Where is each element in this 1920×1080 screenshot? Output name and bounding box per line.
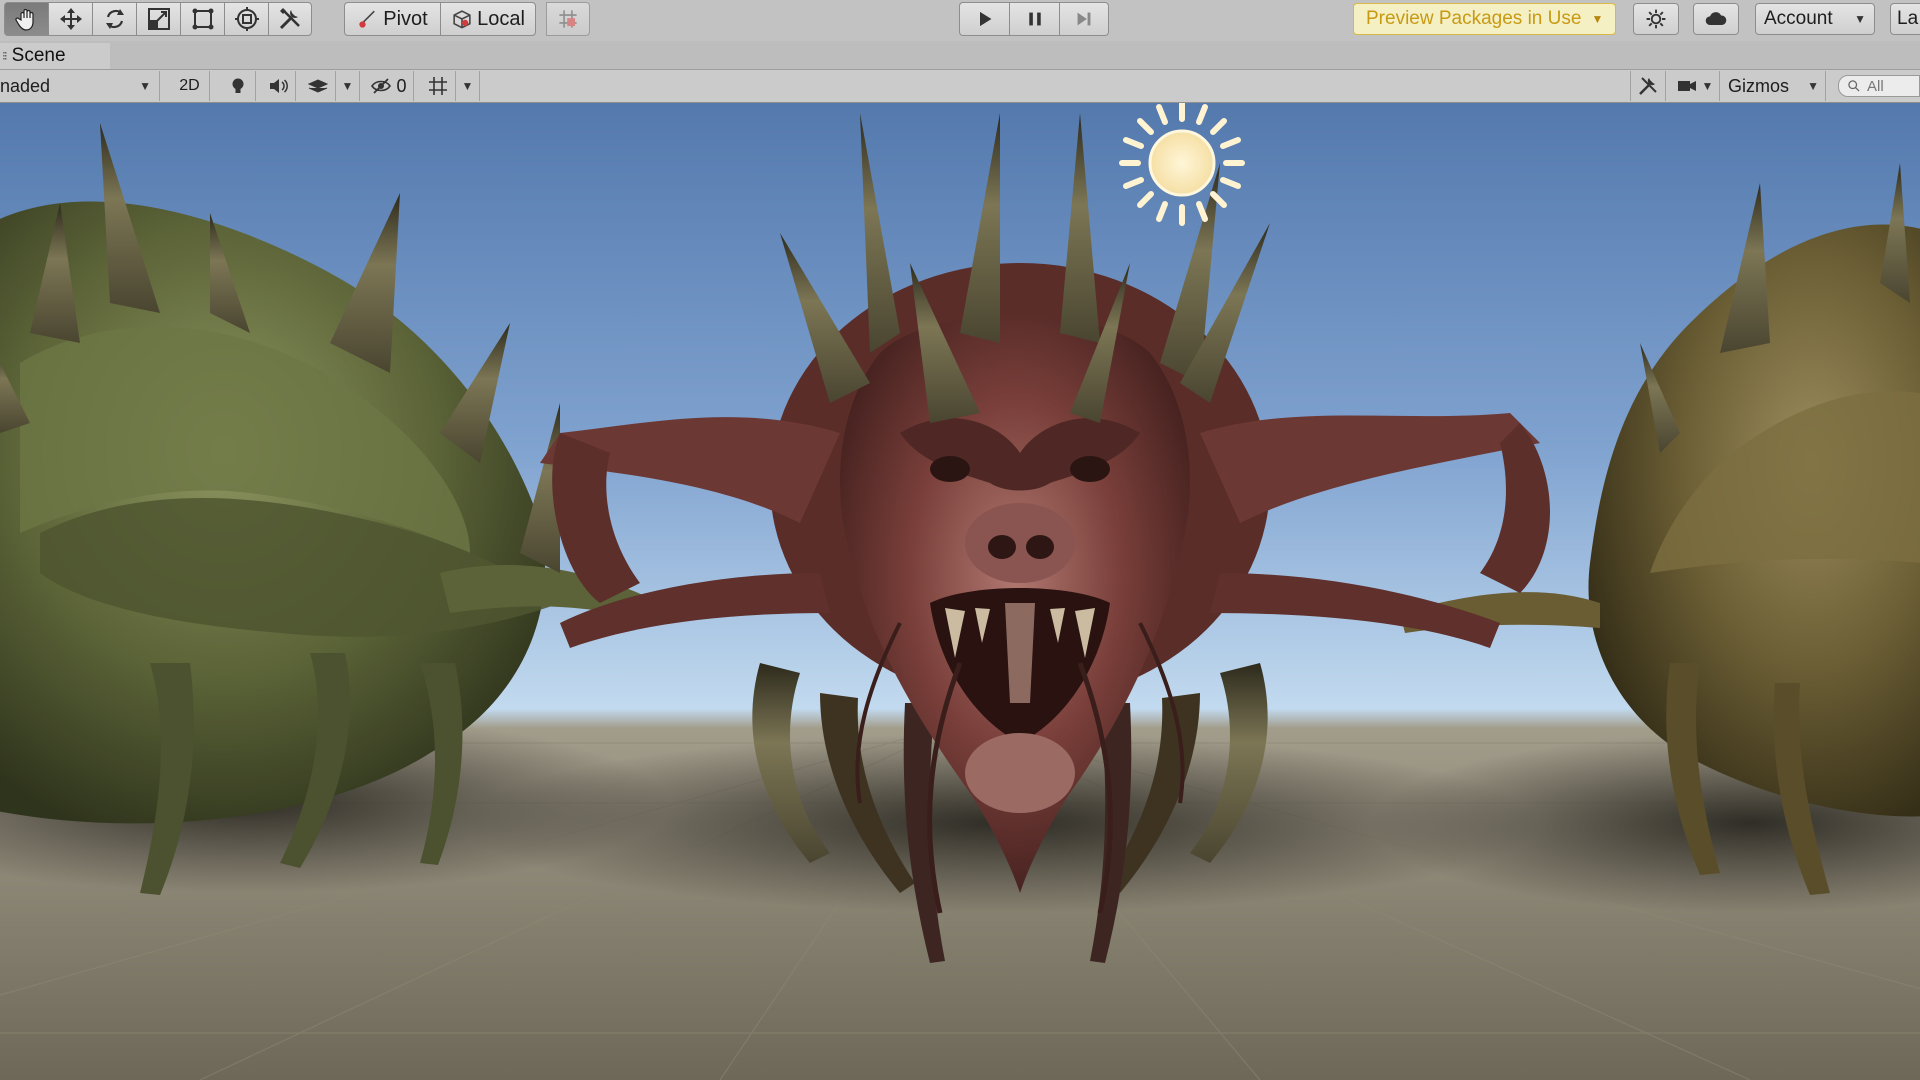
collab-gear-icon [1646,9,1666,29]
chevron-down-icon: ▼ [1854,12,1866,26]
chevron-down-icon: ▼ [139,79,151,93]
transform-tools-group [4,2,312,36]
rect-transform-icon [192,8,213,30]
scene-view-toolbar: naded ▼ 2D ▼ 0 ▼ ▼ Gizmos ▼ All [0,70,1920,103]
local-cube-icon [453,10,471,29]
grid-snap-icon [559,10,577,28]
lighting-toggle[interactable] [220,71,256,101]
search-placeholder: All [1867,77,1884,95]
camera-icon [1677,81,1696,91]
layers-stack-icon [307,79,328,93]
grid-icon [428,77,447,95]
grid-toggle[interactable] [420,71,456,101]
play-button[interactable] [959,2,1009,36]
hidden-count: 0 [396,75,407,96]
scene-tools-button[interactable] [1630,71,1666,101]
camera-settings-dropdown[interactable]: ▼ [1670,71,1720,101]
scene-render [0,103,1920,1080]
audio-toggle[interactable] [260,71,296,101]
grid-snap-button[interactable] [546,2,590,36]
tools-icon [1639,77,1657,95]
rotate-tool-button[interactable] [92,2,136,36]
pivot-rotation-group: Pivot Local [344,2,536,36]
step-button[interactable] [1059,2,1109,36]
move-tool-button[interactable] [48,2,92,36]
effects-toggle[interactable] [300,71,336,101]
move-icon [59,8,82,30]
eye-slash-icon [371,78,392,94]
gizmos-dropdown[interactable]: Gizmos ▼ [1722,71,1826,101]
scale-icon [147,8,170,30]
grip-icon: ⁝⁝ [2,49,7,63]
local-label: Local [477,7,525,30]
2d-label: 2D [179,77,200,94]
rotate-icon [105,9,124,29]
speaker-icon [269,79,288,93]
hand-icon [14,8,34,31]
playmode-group [959,2,1109,36]
2d-mode-toggle[interactable]: 2D [170,71,210,101]
layers-dropdown[interactable]: La [1890,3,1920,35]
tab-scene[interactable]: ⁝⁝ Scene [0,43,110,69]
hand-tool-button[interactable] [4,2,48,36]
gizmos-label: Gizmos [1728,75,1790,96]
scene-tab-label: Scene [11,45,66,66]
scene-viewport[interactable] [0,103,1920,1080]
scale-tool-button[interactable] [136,2,180,36]
search-icon [1848,80,1860,92]
local-toggle-button[interactable]: Local [440,2,536,36]
effects-dropdown[interactable]: ▼ [336,71,360,101]
lightbulb-icon [232,78,243,93]
shading-mode-label: naded [0,75,51,96]
snap-group [546,2,590,36]
chevron-down-icon: ▼ [461,79,474,93]
pivot-label: Pivot [383,7,428,30]
transform-icon [234,7,259,31]
scene-tab-bar: ⁝⁝ Scene [0,41,1920,70]
unity-editor-window: Pivot Local Preview Packages in Use ▼ Ac… [0,0,1920,1080]
cloud-icon [1705,12,1727,25]
account-dropdown[interactable]: Account ▼ [1755,3,1875,35]
collab-button[interactable] [1633,3,1679,35]
chevron-down-icon: ▼ [1591,12,1604,26]
cloud-services-button[interactable] [1693,3,1739,35]
tools-icon [279,8,300,30]
pause-icon [1028,12,1041,26]
pivot-icon [359,10,376,28]
transform-tool-button[interactable] [224,2,268,36]
rect-tool-button[interactable] [180,2,224,36]
chevron-down-icon: ▼ [1701,79,1714,93]
play-icon [979,11,991,27]
sun-light-gizmo [1119,103,1245,226]
preview-packages-button[interactable]: Preview Packages in Use ▼ [1353,3,1617,35]
scene-search-field[interactable]: All [1838,75,1920,97]
preview-packages-label: Preview Packages in Use [1366,8,1582,29]
grid-dropdown[interactable]: ▼ [456,71,480,101]
main-toolbar: Pivot Local Preview Packages in Use ▼ Ac… [0,0,1920,42]
hidden-objects-toggle[interactable]: 0 [364,71,414,101]
step-icon [1077,12,1091,26]
pivot-toggle-button[interactable]: Pivot [344,2,440,36]
chevron-down-icon: ▼ [341,79,354,93]
pause-button[interactable] [1009,2,1059,36]
shading-mode-dropdown[interactable]: naded ▼ [0,71,160,101]
custom-tools-button[interactable] [268,2,312,36]
layers-label: La [1897,8,1919,29]
account-label: Account [1764,8,1833,29]
chevron-down-icon: ▼ [1807,79,1819,93]
